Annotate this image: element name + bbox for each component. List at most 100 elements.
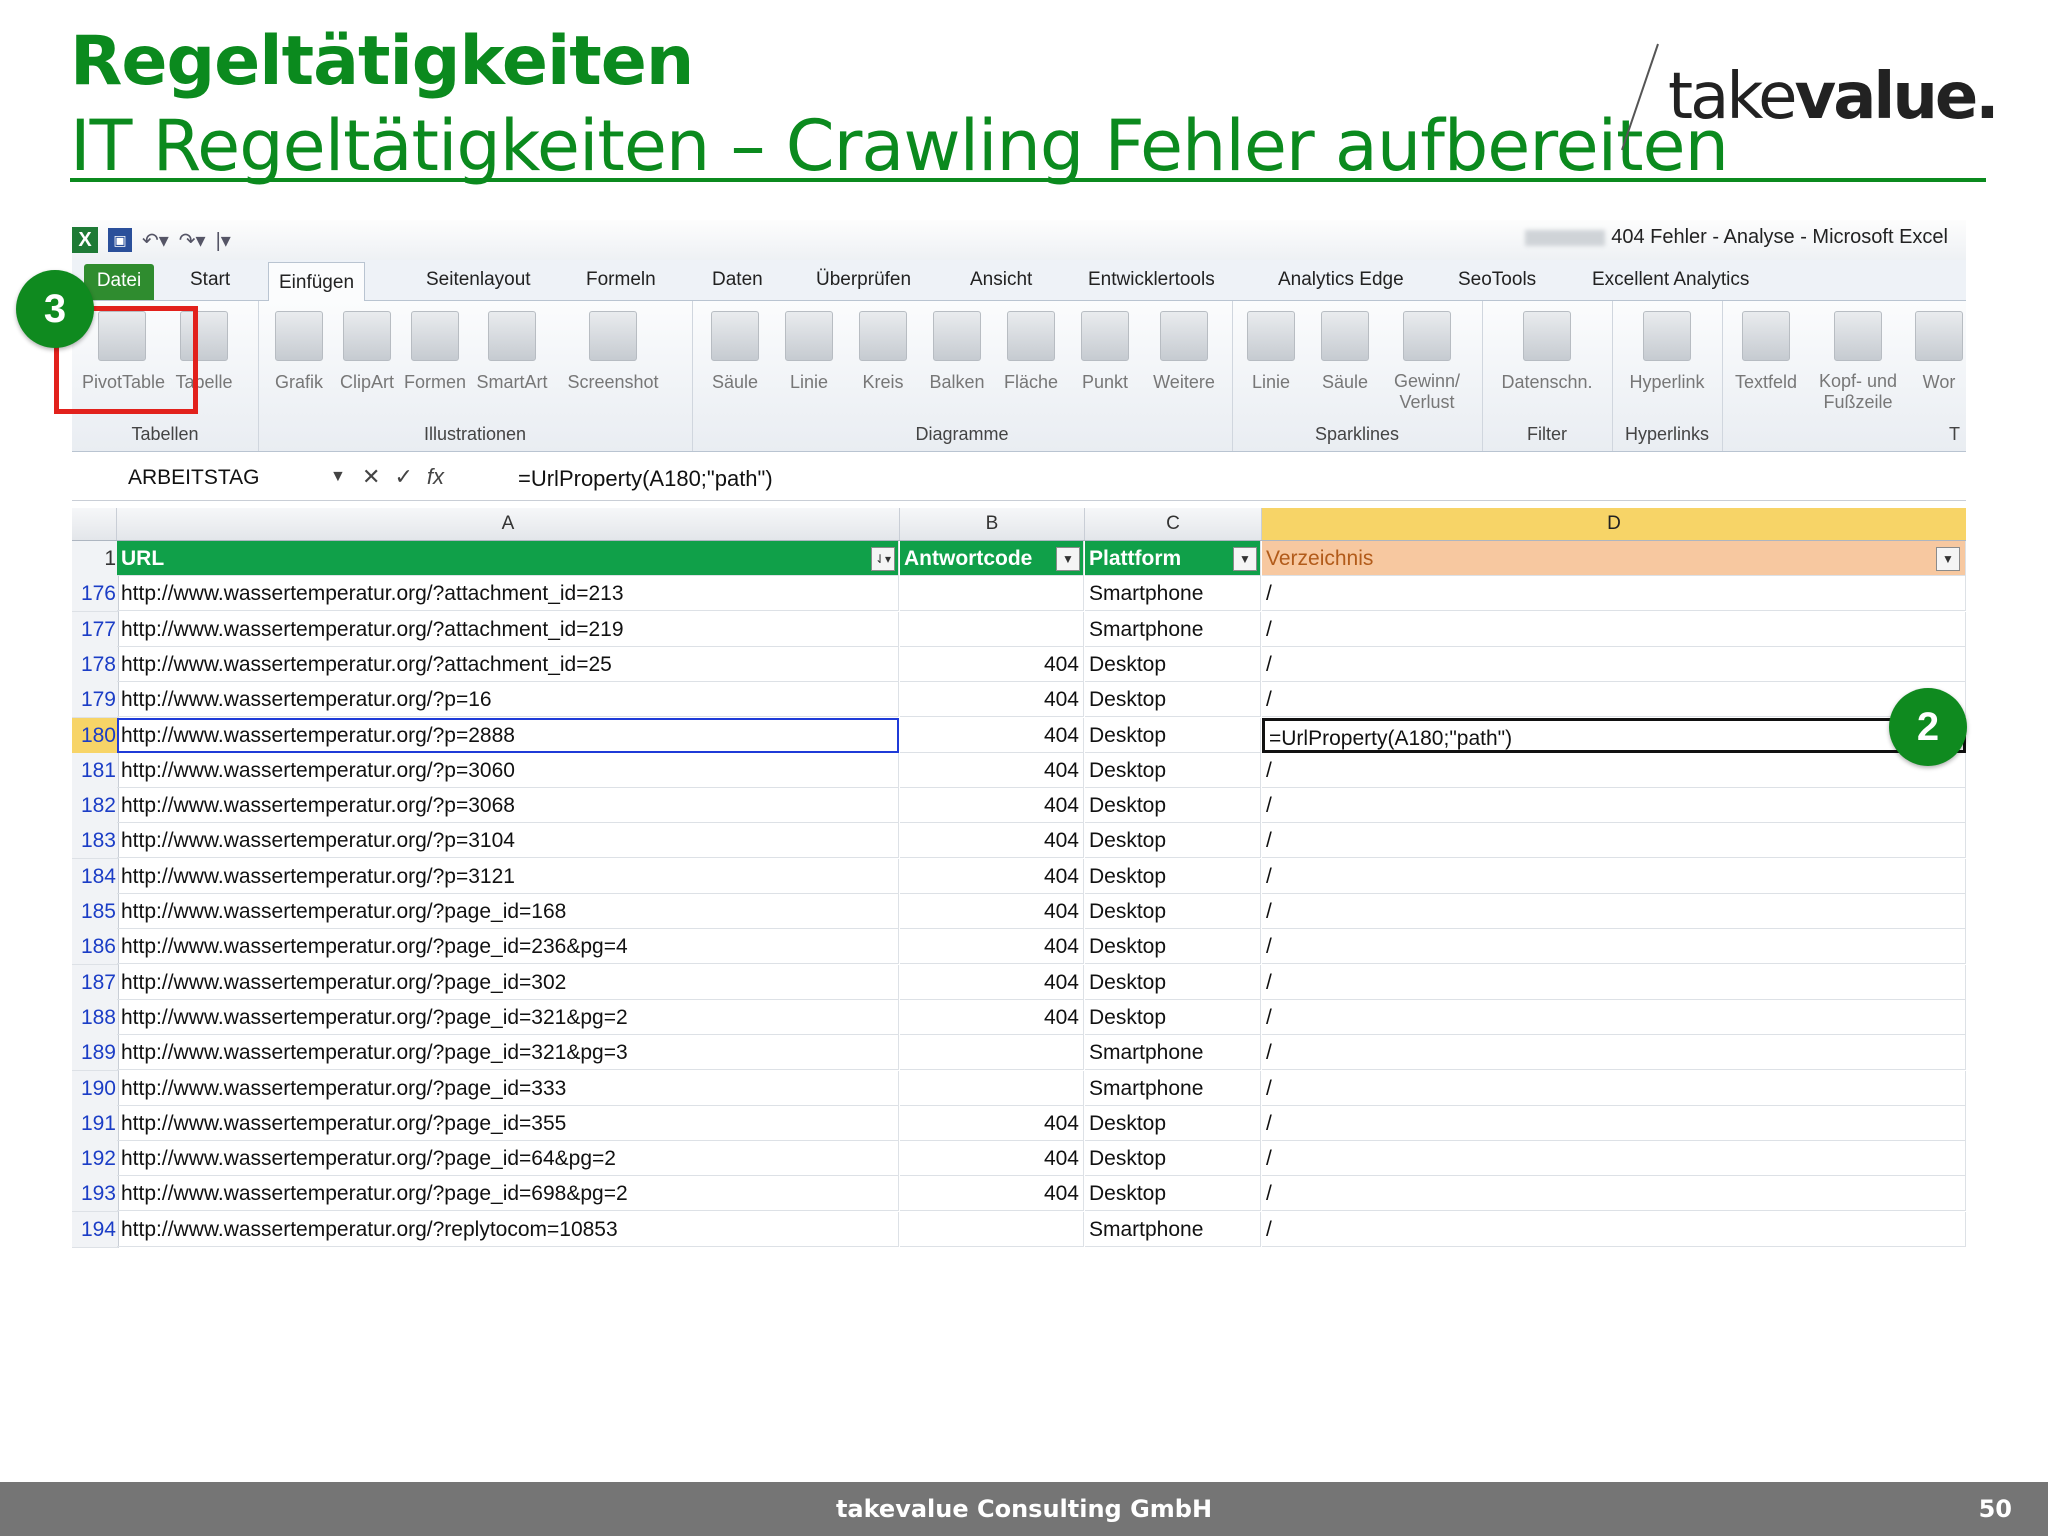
- row-number[interactable]: 189: [72, 1035, 119, 1072]
- cell-plattform[interactable]: Desktop: [1085, 1105, 1261, 1141]
- punkt-chart-button[interactable]: Punkt: [1072, 307, 1138, 407]
- cell-url[interactable]: http://www.wassertemperatur.org/?page_id…: [117, 1141, 899, 1177]
- cell-antwortcode[interactable]: 404: [900, 999, 1084, 1035]
- row-number[interactable]: 180: [72, 717, 119, 754]
- cell-url[interactable]: http://www.wassertemperatur.org/?page_id…: [117, 929, 899, 965]
- tab-ansicht[interactable]: Ansicht: [960, 260, 1042, 300]
- row-number[interactable]: 181: [72, 752, 119, 789]
- name-box-dropdown-icon[interactable]: ▼: [330, 468, 346, 486]
- cell-url[interactable]: http://www.wassertemperatur.org/?page_id…: [117, 1176, 899, 1212]
- cancel-icon[interactable]: ✕: [362, 464, 380, 490]
- cell-antwortcode[interactable]: 404: [900, 788, 1084, 824]
- cell-plattform[interactable]: Desktop: [1085, 717, 1261, 753]
- cell-url[interactable]: http://www.wassertemperatur.org/?p=3121: [117, 858, 899, 894]
- cell-plattform[interactable]: Desktop: [1085, 823, 1261, 859]
- column-header-b[interactable]: B: [900, 508, 1085, 540]
- cell-antwortcode[interactable]: [900, 611, 1084, 647]
- cell-plattform[interactable]: Desktop: [1085, 1141, 1261, 1177]
- cell-plattform[interactable]: Smartphone: [1085, 611, 1261, 647]
- sparkline-linie-button[interactable]: Linie: [1238, 307, 1304, 407]
- cell-url[interactable]: http://www.wassertemperatur.org/?page_id…: [117, 1035, 899, 1071]
- cell-antwortcode[interactable]: 404: [900, 1141, 1084, 1177]
- row-number[interactable]: 182: [72, 788, 119, 825]
- cell-verzeichnis[interactable]: /: [1262, 788, 1966, 824]
- cell-plattform[interactable]: Desktop: [1085, 858, 1261, 894]
- cell-url[interactable]: http://www.wassertemperatur.org/?p=2888: [117, 717, 899, 753]
- clipart-button[interactable]: ClipArt: [334, 307, 400, 407]
- row-number[interactable]: 193: [72, 1176, 119, 1213]
- cell-verzeichnis[interactable]: /: [1262, 1105, 1966, 1141]
- cell-url[interactable]: http://www.wassertemperatur.org/?attachm…: [117, 611, 899, 647]
- cell-plattform[interactable]: Desktop: [1085, 964, 1261, 1000]
- tab-ueberpruefen[interactable]: Überprüfen: [806, 260, 921, 300]
- cell-antwortcode[interactable]: 404: [900, 646, 1084, 682]
- row-number[interactable]: 176: [72, 576, 119, 613]
- cell-antwortcode[interactable]: 404: [900, 929, 1084, 965]
- row-number[interactable]: 184: [72, 858, 119, 895]
- cell-plattform[interactable]: Desktop: [1085, 646, 1261, 682]
- cell-antwortcode[interactable]: 404: [900, 1176, 1084, 1212]
- cell-plattform[interactable]: Desktop: [1085, 929, 1261, 965]
- tab-einfuegen[interactable]: Einfügen: [268, 262, 366, 303]
- column-header-c[interactable]: C: [1085, 508, 1262, 540]
- screenshot-button[interactable]: Screenshot: [558, 307, 668, 407]
- cell-antwortcode[interactable]: 404: [900, 1105, 1084, 1141]
- cell-antwortcode[interactable]: [900, 576, 1084, 612]
- cell-verzeichnis[interactable]: /: [1262, 752, 1966, 788]
- row-number[interactable]: 1: [72, 541, 119, 577]
- cell-verzeichnis[interactable]: /: [1262, 999, 1966, 1035]
- cell-url[interactable]: http://www.wassertemperatur.org/?attachm…: [117, 646, 899, 682]
- customize-toolbar-icon[interactable]: |▾: [216, 228, 231, 253]
- grafik-button[interactable]: Grafik: [266, 307, 332, 407]
- cell-plattform[interactable]: Desktop: [1085, 682, 1261, 718]
- cell-antwortcode[interactable]: 404: [900, 752, 1084, 788]
- cell-antwortcode[interactable]: 404: [900, 894, 1084, 929]
- cell-plattform[interactable]: Smartphone: [1085, 576, 1261, 612]
- row-number[interactable]: 191: [72, 1105, 119, 1142]
- cell-verzeichnis[interactable]: /: [1262, 576, 1966, 612]
- cell-verzeichnis[interactable]: /: [1262, 1176, 1966, 1212]
- row-number[interactable]: 177: [72, 611, 119, 648]
- cell-url[interactable]: http://www.wassertemperatur.org/?page_id…: [117, 1070, 899, 1106]
- tab-seotools[interactable]: SeoTools: [1448, 260, 1546, 300]
- tab-seitenlayout[interactable]: Seitenlayout: [416, 260, 541, 300]
- textfeld-button[interactable]: Textfeld: [1726, 307, 1806, 407]
- cell-url[interactable]: http://www.wassertemperatur.org/?replyto…: [117, 1211, 899, 1247]
- row-number[interactable]: 186: [72, 929, 119, 966]
- cell-antwortcode[interactable]: 404: [900, 858, 1084, 894]
- datenschnitt-button[interactable]: Datenschn.: [1492, 307, 1602, 407]
- sparkline-gewinn-verlust-button[interactable]: Gewinn/ Verlust: [1382, 307, 1472, 412]
- filter-dropdown-icon[interactable]: ▼: [1056, 547, 1080, 571]
- saeule-chart-button[interactable]: Säule: [702, 307, 768, 407]
- name-box[interactable]: ARBEITSTAG: [128, 466, 259, 490]
- cell-url[interactable]: http://www.wassertemperatur.org/?page_id…: [117, 1105, 899, 1141]
- cell-plattform[interactable]: Desktop: [1085, 1176, 1261, 1212]
- hyperlink-button[interactable]: Hyperlink: [1618, 307, 1716, 407]
- cell-plattform[interactable]: Desktop: [1085, 788, 1261, 824]
- formula-input[interactable]: =UrlProperty(A180;"path"): [518, 466, 773, 492]
- cell-verzeichnis-editing[interactable]: =UrlProperty(A180;"path"): [1262, 717, 1966, 753]
- cell-verzeichnis[interactable]: /: [1262, 682, 1966, 718]
- tab-formeln[interactable]: Formeln: [576, 260, 666, 300]
- row-number[interactable]: 179: [72, 682, 119, 719]
- cell-url[interactable]: http://www.wassertemperatur.org/?p=3104: [117, 823, 899, 859]
- cell-antwortcode[interactable]: [900, 1070, 1084, 1106]
- redo-icon[interactable]: ↷▾: [179, 228, 206, 253]
- row-number[interactable]: 190: [72, 1070, 119, 1107]
- tab-start[interactable]: Start: [180, 260, 240, 300]
- cell-verzeichnis[interactable]: /: [1262, 1035, 1966, 1071]
- tab-excellent-analytics[interactable]: Excellent Analytics: [1582, 260, 1759, 300]
- select-all-corner[interactable]: [72, 508, 117, 540]
- enter-icon[interactable]: ✓: [394, 464, 412, 490]
- cell-antwortcode[interactable]: [900, 1035, 1084, 1071]
- row-number[interactable]: 178: [72, 646, 119, 683]
- row-number[interactable]: 188: [72, 999, 119, 1036]
- cell-verzeichnis[interactable]: /: [1262, 611, 1966, 647]
- cell-plattform[interactable]: Smartphone: [1085, 1211, 1261, 1247]
- kopf-fusszeile-button[interactable]: Kopf- und Fußzeile: [1808, 307, 1908, 412]
- cell-antwortcode[interactable]: 404: [900, 964, 1084, 1000]
- smartart-button[interactable]: SmartArt: [472, 307, 552, 407]
- header-cell-verzeichnis[interactable]: Verzeichnis: [1262, 541, 1966, 576]
- save-icon[interactable]: ▣: [108, 228, 132, 252]
- cell-url[interactable]: http://www.wassertemperatur.org/?attachm…: [117, 576, 899, 612]
